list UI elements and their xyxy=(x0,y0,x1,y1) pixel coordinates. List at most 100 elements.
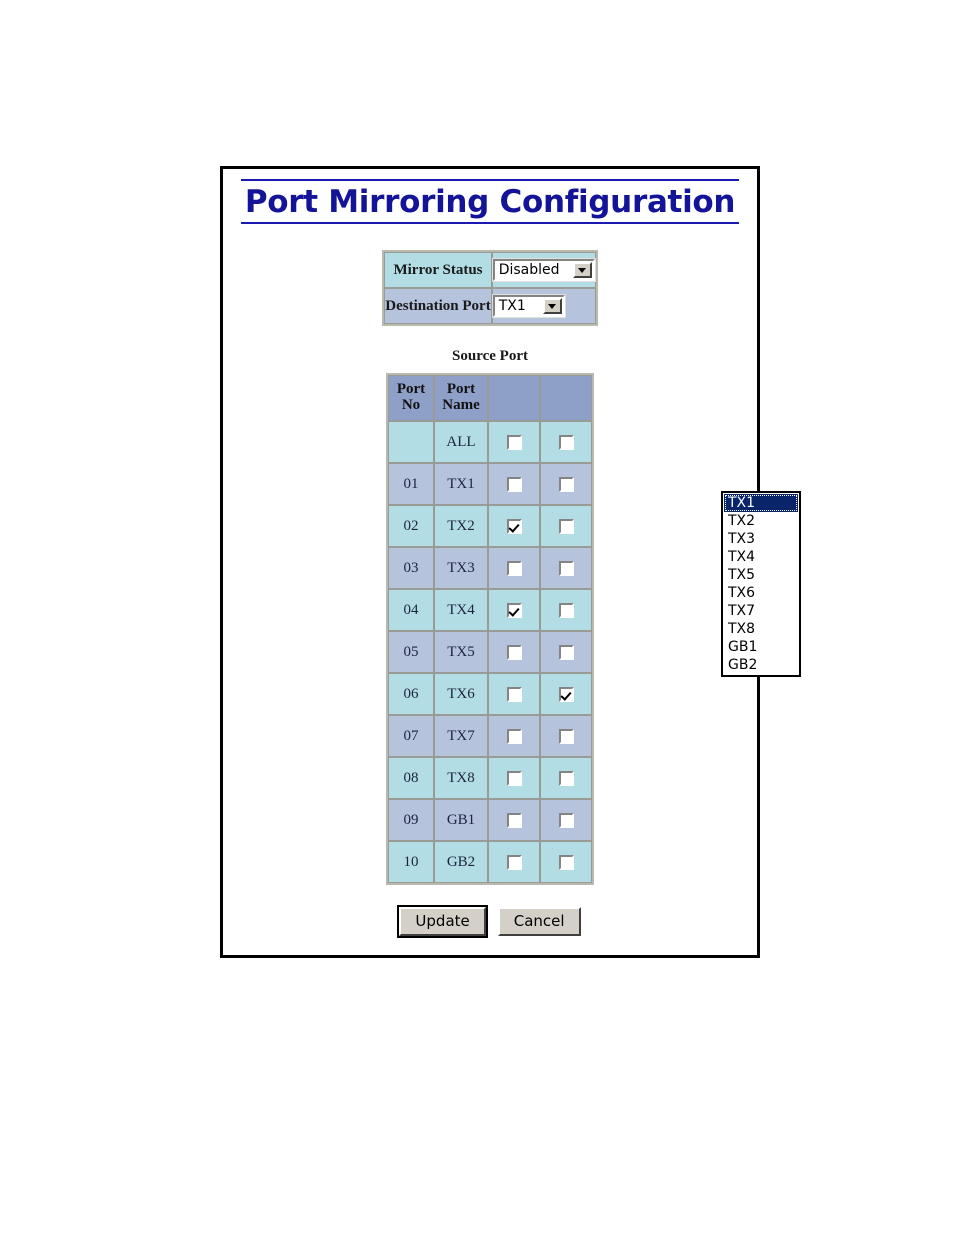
cell-checkbox xyxy=(540,505,592,547)
cell-port-name: ALL xyxy=(434,421,488,463)
table-row: 05 TX5 xyxy=(388,631,592,673)
mirror-status-cell: Disabled xyxy=(491,252,596,288)
mirror-status-label: Mirror Status xyxy=(384,252,492,288)
button-row: Update Cancel xyxy=(223,905,757,938)
cell-port-no xyxy=(388,421,434,463)
port-checkbox[interactable] xyxy=(506,812,522,828)
cell-port-no: 09 xyxy=(388,799,434,841)
table-row: ALL xyxy=(388,421,592,463)
port-checkbox[interactable] xyxy=(558,518,574,534)
destination-port-dropdown-list[interactable]: TX1 TX2 TX3 TX4 TX5 TX6 TX7 TX8 GB1 GB2 xyxy=(721,491,801,677)
port-checkbox[interactable] xyxy=(558,434,574,450)
cell-port-name: TX4 xyxy=(434,589,488,631)
port-checkbox[interactable] xyxy=(506,602,522,618)
chevron-down-icon[interactable] xyxy=(572,262,592,278)
dropdown-option[interactable]: TX4 xyxy=(724,548,798,566)
cell-port-no: 02 xyxy=(388,505,434,547)
cell-port-no: 05 xyxy=(388,631,434,673)
port-checkbox[interactable] xyxy=(506,476,522,492)
dropdown-option[interactable]: TX5 xyxy=(724,566,798,584)
cell-port-no: 07 xyxy=(388,715,434,757)
dropdown-option[interactable]: GB2 xyxy=(724,656,798,674)
port-checkbox[interactable] xyxy=(506,518,522,534)
port-checkbox[interactable] xyxy=(506,434,522,450)
table-row: 10 GB2 xyxy=(388,841,592,883)
cell-port-name: TX8 xyxy=(434,757,488,799)
port-checkbox[interactable] xyxy=(506,770,522,786)
port-checkbox[interactable] xyxy=(558,560,574,576)
header-col4 xyxy=(540,375,592,421)
cell-checkbox xyxy=(540,589,592,631)
page-frame: Port Mirroring Configuration Mirror Stat… xyxy=(220,166,801,958)
cell-checkbox xyxy=(488,799,540,841)
cell-checkbox xyxy=(488,547,540,589)
table-row: 04 TX4 xyxy=(388,589,592,631)
cell-port-no: 10 xyxy=(388,841,434,883)
port-checkbox[interactable] xyxy=(558,476,574,492)
source-ports-table: Port No Port Name ALL 01 TX1 02 TX2 03 TX3 04 TX4 0… xyxy=(386,373,594,885)
cell-checkbox xyxy=(540,715,592,757)
cell-port-no: 04 xyxy=(388,589,434,631)
cell-checkbox xyxy=(488,463,540,505)
cell-checkbox xyxy=(488,631,540,673)
port-checkbox[interactable] xyxy=(506,560,522,576)
table-row: 09 GB1 xyxy=(388,799,592,841)
source-ports-section: Port No Port Name ALL 01 TX1 02 TX2 03 TX3 04 TX4 0… xyxy=(223,373,757,885)
destination-port-label: Destination Port xyxy=(384,288,492,324)
port-checkbox[interactable] xyxy=(558,644,574,660)
cell-port-no: 01 xyxy=(388,463,434,505)
cell-port-name: GB2 xyxy=(434,841,488,883)
page-title: Port Mirroring Configuration xyxy=(244,184,736,220)
table-row: 08 TX8 xyxy=(388,757,592,799)
cell-port-name: TX6 xyxy=(434,673,488,715)
ports-body: ALL 01 TX1 02 TX2 03 TX3 04 TX4 05 TX5 06 TX6 07 TX7 08… xyxy=(388,421,592,883)
mirror-status-select[interactable]: Disabled xyxy=(491,258,596,282)
cell-port-name: GB1 xyxy=(434,799,488,841)
destination-port-select[interactable]: TX1 xyxy=(491,294,566,318)
dropdown-option[interactable]: TX6 xyxy=(724,584,798,602)
port-checkbox[interactable] xyxy=(506,686,522,702)
port-checkbox[interactable] xyxy=(558,854,574,870)
header-port-no: Port No xyxy=(388,375,434,421)
cell-checkbox xyxy=(540,757,592,799)
port-checkbox[interactable] xyxy=(506,854,522,870)
dropdown-option[interactable]: GB1 xyxy=(724,638,798,656)
cell-port-name: TX3 xyxy=(434,547,488,589)
table-row: 02 TX2 xyxy=(388,505,592,547)
dropdown-option[interactable]: TX2 xyxy=(724,512,798,530)
chevron-down-icon[interactable] xyxy=(542,298,562,314)
cell-port-no: 03 xyxy=(388,547,434,589)
dropdown-option[interactable]: TX8 xyxy=(724,620,798,638)
port-checkbox[interactable] xyxy=(558,728,574,744)
port-checkbox[interactable] xyxy=(558,770,574,786)
dropdown-option[interactable]: TX3 xyxy=(724,530,798,548)
cell-port-name: TX5 xyxy=(434,631,488,673)
title-block: Port Mirroring Configuration xyxy=(241,179,739,224)
port-checkbox[interactable] xyxy=(558,812,574,828)
header-col3 xyxy=(488,375,540,421)
port-checkbox[interactable] xyxy=(558,686,574,702)
title-rule-bottom xyxy=(241,222,739,224)
update-button[interactable]: Update xyxy=(397,905,488,938)
cell-checkbox xyxy=(488,505,540,547)
cell-checkbox xyxy=(488,715,540,757)
port-checkbox[interactable] xyxy=(506,644,522,660)
cell-checkbox xyxy=(488,589,540,631)
port-checkbox[interactable] xyxy=(558,602,574,618)
cell-port-name: TX1 xyxy=(434,463,488,505)
cancel-button[interactable]: Cancel xyxy=(497,907,581,936)
dropdown-option[interactable]: TX1 xyxy=(724,494,798,512)
cell-checkbox xyxy=(540,673,592,715)
cell-checkbox xyxy=(540,421,592,463)
destination-port-cell: TX1 xyxy=(491,288,596,324)
ports-header-row: Port No Port Name xyxy=(388,375,592,421)
cell-checkbox xyxy=(488,757,540,799)
cell-port-no: 06 xyxy=(388,673,434,715)
dropdown-option[interactable]: TX7 xyxy=(724,602,798,620)
destination-port-row: Destination Port TX1 xyxy=(384,288,596,324)
table-row: 06 TX6 xyxy=(388,673,592,715)
port-checkbox[interactable] xyxy=(506,728,522,744)
destination-port-value: TX1 xyxy=(498,298,526,314)
cell-checkbox xyxy=(488,673,540,715)
cell-checkbox xyxy=(540,841,592,883)
